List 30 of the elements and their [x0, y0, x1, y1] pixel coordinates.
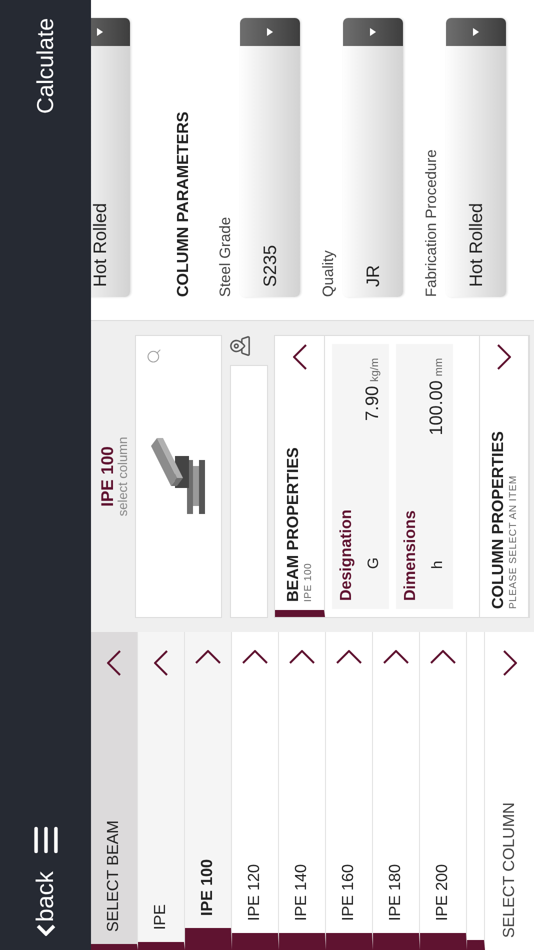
selection-title: IPE 100 — [99, 446, 116, 507]
list-item[interactable]: IPE 120 — [232, 632, 279, 950]
beam-properties-header[interactable]: BEAM PROPERTIES IPE 100 — [275, 336, 325, 617]
list-item[interactable]: SELECT BEAM — [91, 632, 138, 950]
dropdown-field[interactable]: Hot Rolled — [91, 18, 130, 297]
list-item[interactable]: IPE 100 — [185, 632, 232, 950]
group-title: Dimensions — [402, 509, 420, 601]
dropdown-field[interactable]: JR — [343, 18, 403, 297]
field-label: Steel Grade — [217, 216, 234, 297]
dropdown-field[interactable]: Hot Rolled — [446, 18, 506, 297]
field-label: Quality — [320, 249, 337, 297]
list-item[interactable]: IPE 180 — [373, 632, 420, 950]
column-properties-header[interactable]: COLUMN PROPERTIES PLEASE SELECT AN ITEM — [479, 336, 529, 617]
list-item[interactable]: IPE 140 — [279, 632, 326, 950]
group-title: Designation — [338, 508, 356, 601]
list-item[interactable]: IPE — [138, 632, 185, 950]
calculate-button[interactable]: Calculate — [32, 18, 59, 114]
list-item[interactable]: IPE 200 — [420, 632, 467, 950]
selection-subtitle: select column — [116, 436, 129, 516]
property-name: G — [365, 557, 382, 569]
dropdown-field[interactable]: S235 — [240, 18, 300, 297]
property-unit: kg/m — [369, 358, 381, 382]
property-name: h — [429, 560, 446, 569]
property-value: 7.90 — [362, 386, 382, 421]
property-value: 100.00 — [426, 380, 446, 436]
back-button[interactable]: back — [32, 871, 60, 936]
section-title: COLUMN PARAMETERS — [175, 110, 193, 297]
field-label: Fabrication Procedure — [423, 148, 440, 297]
list-item[interactable]: IPE 160 — [326, 632, 373, 950]
property-unit: mm — [433, 358, 445, 376]
